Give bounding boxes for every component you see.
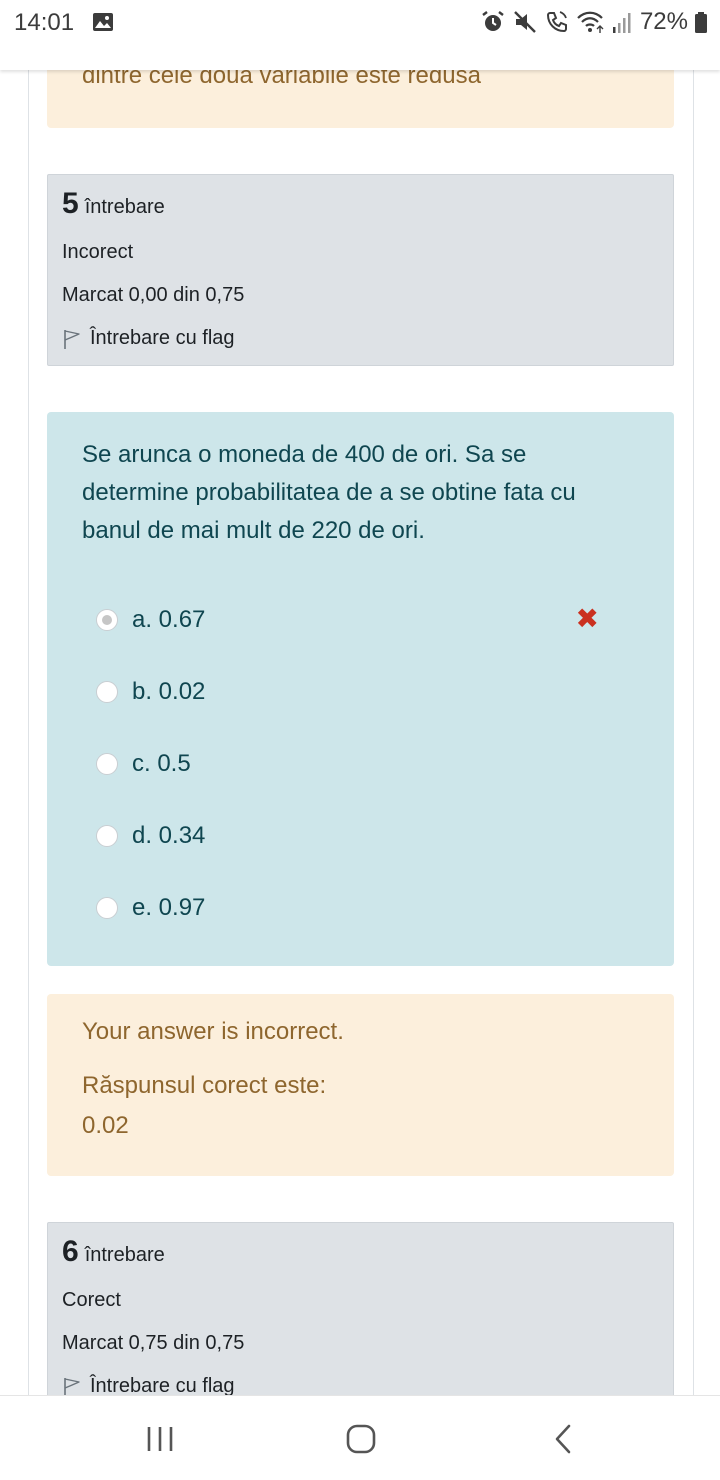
flag-icon <box>64 329 80 349</box>
question-number-heading: 5 întrebare <box>62 187 659 221</box>
status-time: 14:01 <box>14 9 75 36</box>
alarm-icon <box>482 11 504 31</box>
vibrate-call-icon <box>546 11 567 33</box>
question-state: Incorect <box>62 241 134 263</box>
flag-question-button[interactable]: Întrebare cu flag <box>62 327 659 350</box>
question-word: întrebare <box>84 1244 165 1266</box>
question-grade: Marcat 0,00 din 0,75 <box>62 284 245 306</box>
answer-option-a[interactable]: a. 0.67 ✖ <box>82 584 639 656</box>
recent-apps-icon[interactable] <box>140 1422 180 1456</box>
question-5-content: Se arunca o moneda de 400 de ori. Sa se … <box>47 412 674 966</box>
flag-question-button[interactable]: Întrebare cu flag <box>62 1375 659 1395</box>
question-text: Se arunca o moneda de 400 de ori. Sa se … <box>82 441 576 544</box>
flag-label: Întrebare cu flag <box>90 327 235 349</box>
answer-label: d. 0.34 <box>132 822 206 849</box>
page-viewport: dintre cele două variabile este redusă 5… <box>0 0 720 1395</box>
answer-label: a. 0.67 <box>132 606 206 633</box>
battery-percentage: 72% <box>639 8 688 35</box>
question-state: Corect <box>62 1289 121 1311</box>
radio-button[interactable] <box>96 753 118 775</box>
question-grade: Marcat 0,75 din 0,75 <box>62 1332 245 1354</box>
question-5-feedback: Your answer is incorrect. Răspunsul core… <box>47 994 674 1176</box>
radio-button[interactable] <box>96 897 118 919</box>
radio-button[interactable] <box>96 681 118 703</box>
question-number-heading: 6 întrebare <box>62 1235 659 1269</box>
wifi-icon <box>577 11 604 33</box>
answer-label: c. 0.5 <box>132 750 191 777</box>
answer-label: b. 0.02 <box>132 678 206 705</box>
correct-answer-label: Răspunsul corect este: <box>82 1072 327 1099</box>
question-6-info: 6 întrebare Corect Marcat 0,75 din 0,75 … <box>47 1222 674 1395</box>
back-icon[interactable] <box>544 1422 584 1456</box>
correct-answer-value: 0.02 <box>82 1112 129 1139</box>
battery-icon <box>695 12 707 33</box>
home-icon[interactable] <box>341 1422 381 1456</box>
signal-icon <box>612 13 631 33</box>
question-number: 6 <box>62 1235 79 1268</box>
answer-list: a. 0.67 ✖ b. 0.02 c. 0.5 d. 0.34 e. 0.97 <box>82 584 639 944</box>
answer-option-b[interactable]: b. 0.02 <box>82 656 639 728</box>
navigation-bar <box>0 1395 720 1480</box>
radio-button[interactable] <box>96 825 118 847</box>
feedback-result: Your answer is incorrect. <box>82 1018 344 1045</box>
question-5-info: 5 întrebare Incorect Marcat 0,00 din 0,7… <box>47 174 674 366</box>
image-icon <box>93 13 113 31</box>
answer-option-e[interactable]: e. 0.97 <box>82 872 639 944</box>
mute-icon <box>514 11 536 33</box>
status-bar: 14:01 72% <box>0 0 720 70</box>
incorrect-icon: ✖ <box>575 603 599 634</box>
status-icons: 72% <box>480 8 708 36</box>
question-number: 5 <box>62 187 79 220</box>
radio-button-selected[interactable] <box>96 609 118 631</box>
flag-icon <box>64 1377 80 1395</box>
answer-option-c[interactable]: c. 0.5 <box>82 728 639 800</box>
question-word: întrebare <box>84 196 165 218</box>
flag-label: Întrebare cu flag <box>90 1375 235 1395</box>
answer-label: e. 0.97 <box>132 894 206 921</box>
answer-option-d[interactable]: d. 0.34 <box>82 800 639 872</box>
